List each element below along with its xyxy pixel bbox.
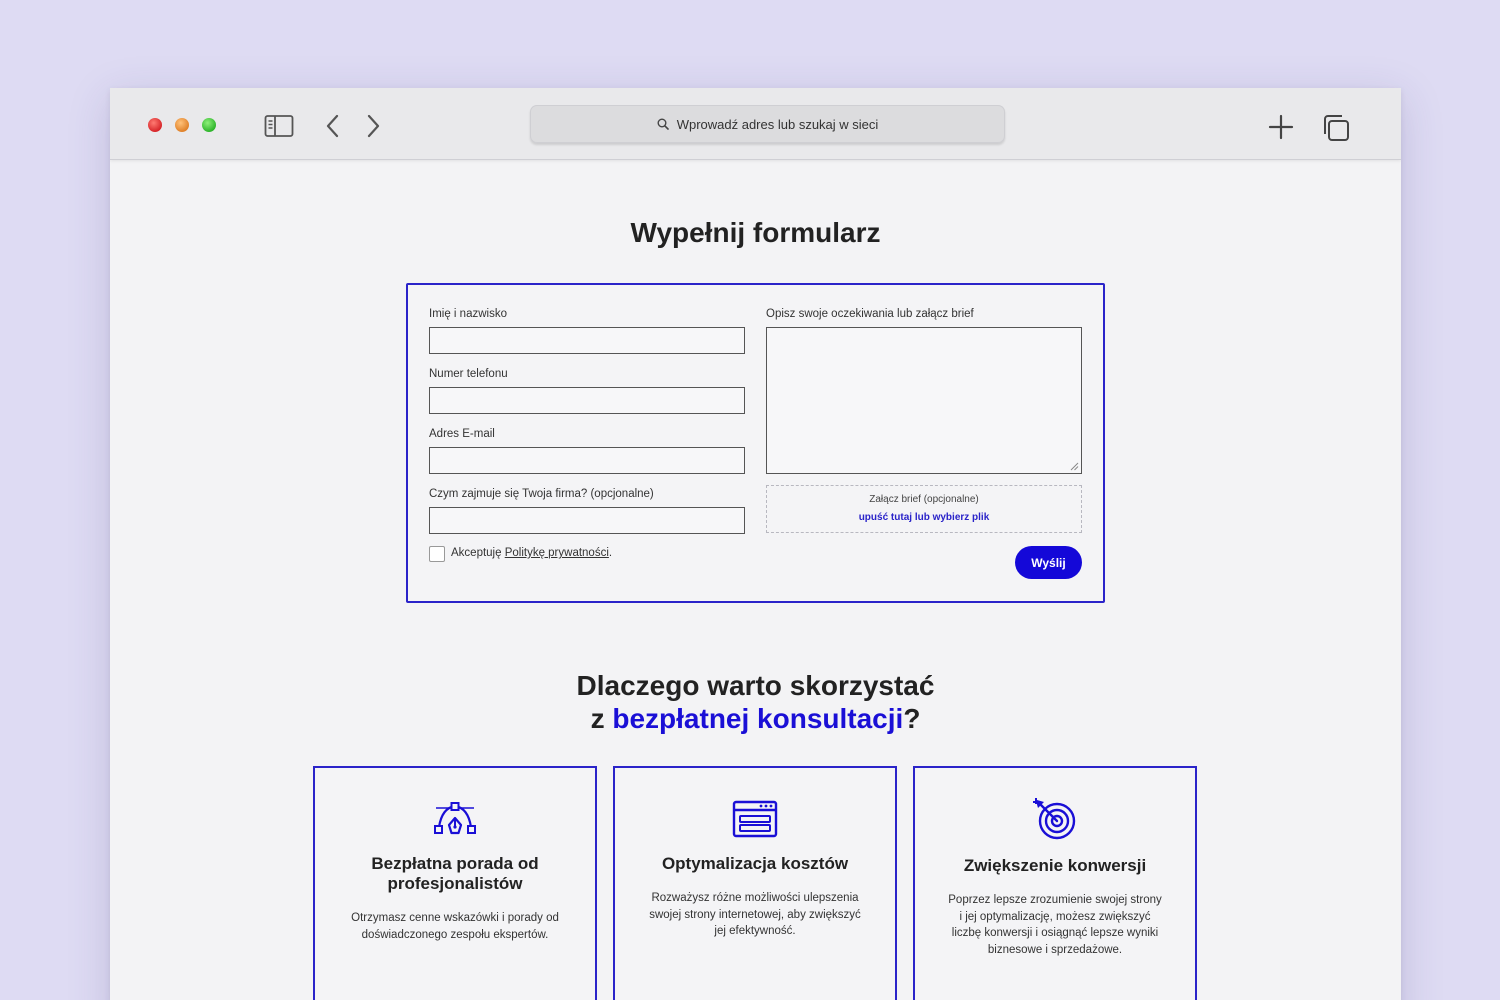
- card-title: Zwiększenie konwersji: [963, 856, 1147, 875]
- why-title-accent: bezpłatnej konsultacji: [612, 703, 904, 734]
- company-label: Czym zajmuje się Twoja firma? (opcjonaln…: [429, 488, 654, 500]
- resize-grip-icon[interactable]: [1070, 462, 1079, 471]
- card-text: Poprzez lepsze zrozumienie swojej strony…: [948, 894, 1162, 956]
- maximize-window-button[interactable]: [202, 118, 216, 132]
- card-title: Bezpłatna porada od profesjonalistów: [371, 854, 539, 893]
- browser-window: Wprowadź adres lub szukaj w sieci Wypełn…: [110, 88, 1401, 1000]
- attach-title: Załącz brief (opcjonalne): [869, 494, 979, 505]
- contact-form: Imię i nazwisko Numer telefonu Adres E-m…: [406, 283, 1105, 603]
- address-bar-placeholder: Wprowadź adres lub szukaj w sieci: [676, 116, 879, 132]
- minimize-window-button[interactable]: [175, 118, 189, 132]
- why-title-suffix: ?: [903, 703, 921, 734]
- browser-window-icon: [732, 800, 778, 838]
- submit-button[interactable]: Wyślij: [1015, 546, 1082, 579]
- why-title-line1: Dlaczego warto skorzystać: [576, 670, 935, 701]
- description-textarea[interactable]: [766, 327, 1082, 474]
- card-text: Otrzymasz cenne wskazówki i porady od do…: [351, 912, 559, 941]
- name-label: Imię i nazwisko: [429, 308, 507, 320]
- consent-suffix: .: [608, 547, 613, 559]
- name-input[interactable]: [429, 327, 745, 354]
- why-section-title: Dlaczego warto skorzystać z bezpłatnej k…: [110, 669, 1401, 735]
- consent-text: Akceptuję Politykę prywatności.: [451, 547, 612, 559]
- benefit-card-conversion: Zwiększenie konwersji Poprzez lepsze zro…: [913, 766, 1197, 1000]
- phone-label: Numer telefonu: [429, 368, 508, 380]
- vector-pen-icon: [434, 802, 476, 835]
- target-icon: [1033, 798, 1076, 840]
- new-tab-icon[interactable]: [1268, 114, 1294, 140]
- page-title: Wypełnij formularz: [630, 217, 881, 248]
- back-arrow-icon[interactable]: [324, 114, 342, 138]
- sidebar-toggle-icon[interactable]: [264, 114, 294, 138]
- consent-prefix: Akceptuję: [451, 547, 505, 559]
- email-label: Adres E-mail: [429, 428, 495, 440]
- forward-arrow-icon[interactable]: [364, 114, 382, 138]
- company-input[interactable]: [429, 507, 745, 534]
- why-title-prefix: z: [590, 703, 613, 734]
- benefit-card-advice: Bezpłatna porada od profesjonalistów Otr…: [313, 766, 597, 1000]
- card-text: Rozważysz różne możliwości ulepszenia sw…: [649, 892, 861, 937]
- privacy-policy-link[interactable]: Politykę prywatności: [505, 547, 609, 559]
- browser-toolbar: Wprowadź adres lub szukaj w sieci: [110, 88, 1401, 160]
- choose-file-link[interactable]: upuść tutaj lub wybierz plik: [767, 512, 1081, 523]
- privacy-checkbox[interactable]: [429, 546, 445, 562]
- card-title: Optymalizacja kosztów: [661, 854, 849, 873]
- file-dropzone[interactable]: Załącz brief (opcjonalne) upuść tutaj lu…: [766, 485, 1082, 533]
- phone-input[interactable]: [429, 387, 745, 414]
- address-bar[interactable]: Wprowadź adres lub szukaj w sieci: [530, 105, 1005, 143]
- benefit-card-costs: Optymalizacja kosztów Rozważysz różne mo…: [613, 766, 897, 1000]
- email-input[interactable]: [429, 447, 745, 474]
- tab-overview-icon[interactable]: [1322, 114, 1350, 142]
- close-window-button[interactable]: [148, 118, 162, 132]
- description-label: Opisz swoje oczekiwania lub załącz brief: [766, 308, 974, 320]
- search-icon: [657, 118, 669, 130]
